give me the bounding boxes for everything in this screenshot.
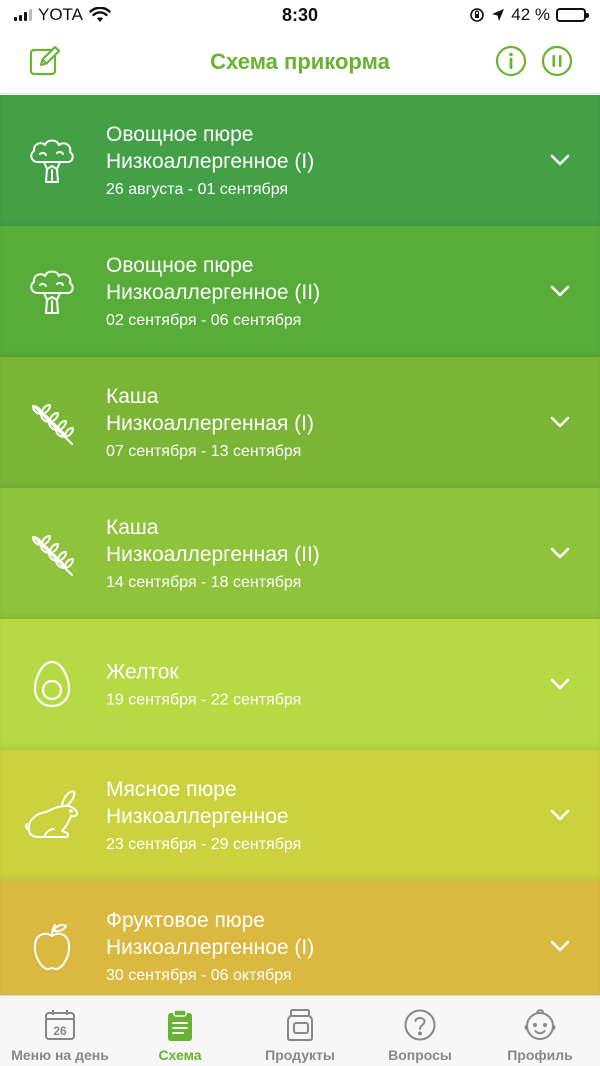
stage-name-line2: Низкоаллергенное [106,805,289,828]
stage-name-line2: Низкоаллергенное (II) [106,281,321,304]
stage-text: Овощное пюре Низкоаллергенное (I) 26 авгус… [106,121,530,199]
stage-name-line1: Каша [106,516,159,539]
tab-label: Вопросы [388,1047,452,1063]
edit-icon [29,45,61,76]
signal-icon [14,9,32,21]
stage-row[interactable]: Каша Низкоаллергенная (I) 07 сентября - 13… [0,357,600,488]
battery-percent: 42 % [511,5,550,24]
apple-icon [22,916,82,976]
stage-dates: 26 августа - 01 сентября [106,181,289,198]
info-icon [495,45,527,77]
stage-name-line1: Фруктовое пюре [106,909,265,932]
orientation-lock-icon [470,8,485,22]
chevron-down-icon[interactable] [548,672,572,696]
broccoli-icon [22,130,82,190]
status-bar: YOTA 8:30 42 % [0,0,600,30]
status-bar-right: 42 % [469,5,589,25]
stage-name-line1: Мясное пюре [106,778,237,801]
svg-text:26: 26 [53,1024,67,1038]
stage-name-line1: Овощное пюре [106,123,254,146]
location-icon [492,9,505,21]
tab-label: Схема [158,1047,202,1063]
stage-row[interactable]: Овощное пюре Низкоаллергенное (II) 02 сент… [0,226,600,357]
tab-jar[interactable]: Продукты [240,996,360,1066]
rabbit-icon [22,785,82,845]
chevron-down-icon[interactable] [548,934,572,958]
stage-row[interactable]: Мясное пюре Низкоаллергенное 23 сентября -… [0,750,600,881]
chevron-down-icon[interactable] [548,279,572,303]
calendar-icon: 26 [42,1007,78,1043]
navigation-header: Схема прикорма [0,30,600,94]
chevron-down-icon[interactable] [548,148,572,172]
stage-text: Овощное пюре Низкоаллергенное (II) 02 сент… [106,252,530,330]
stage-dates: 23 сентября - 29 сентября [106,836,302,853]
stage-text: Фруктовое пюре Низкоаллергенное (I) 30 сен… [106,907,530,985]
stage-row[interactable]: Желток 19 сентября - 22 сентября [0,619,600,750]
chevron-down-icon[interactable] [548,410,572,434]
stage-dates: 07 сентября - 13 сентября [106,443,302,460]
stage-row[interactable]: Фруктовое пюре Низкоаллергенное (I) 30 сен… [0,881,600,995]
jar-icon [282,1007,318,1043]
tab-baby-face[interactable]: Профиль [480,996,600,1066]
stage-dates: 19 сентября - 22 сентября [106,691,302,709]
stage-name-line1: Желток [106,660,179,684]
broccoli-icon [22,261,82,321]
stage-dates: 02 сентября - 06 сентября [106,312,302,329]
tab-label: Меню на день [11,1047,109,1063]
stage-text: Каша Низкоаллергенная (I) 07 сентября - 13… [106,383,530,461]
wifi-icon [89,7,111,22]
egg-icon [22,654,82,714]
tab-label: Продукты [265,1047,335,1063]
tab-clipboard[interactable]: Схема [120,996,240,1066]
chevron-down-icon[interactable] [548,803,572,827]
pause-button[interactable] [540,44,574,78]
stage-row[interactable]: Овощное пюре Низкоаллергенное (I) 26 авгус… [0,95,600,226]
feeding-scheme-list[interactable]: Овощное пюре Низкоаллергенное (I) 26 авгус… [0,95,600,995]
clipboard-icon [162,1007,198,1043]
stage-row[interactable]: Каша Низкоаллергенная (II) 14 сентября - 1… [0,488,600,619]
stage-name-line1: Каша [106,385,159,408]
info-button[interactable] [494,44,528,78]
status-bar-left: YOTA [14,5,111,25]
stage-name-line2: Низкоаллергенное (I) [106,936,315,959]
carrier-label: YOTA [38,5,84,24]
stage-dates: 30 сентября - 06 октября [106,967,292,984]
tab-question[interactable]: Вопросы [360,996,480,1066]
stage-dates: 14 сентября - 18 сентября [106,574,302,591]
wheat-icon [22,523,82,583]
stage-text: Желток 19 сентября - 22 сентября [106,659,530,710]
page-title: Схема прикорма [210,48,390,74]
stage-name-line2: Низкоаллергенное (I) [106,150,315,173]
stage-name-line2: Низкоаллергенная (II) [106,543,320,566]
edit-button[interactable] [28,44,62,78]
stage-name-line2: Низкоаллергенная (I) [106,412,314,435]
battery-icon [556,8,589,22]
tab-label: Профиль [507,1047,573,1063]
baby-face-icon [522,1007,558,1043]
pause-icon [541,45,573,77]
tab-calendar[interactable]: 26 Меню на день [0,996,120,1066]
stage-text: Каша Низкоаллергенная (II) 14 сентября - 1… [106,514,530,592]
question-icon [402,1007,438,1043]
stage-name-line1: Овощное пюре [106,254,254,277]
tab-bar: 26 Меню на день Схема Продукты Вопросы Профил… [0,995,600,1066]
wheat-icon [22,392,82,452]
chevron-down-icon[interactable] [548,541,572,565]
stage-text: Мясное пюре Низкоаллергенное 23 сентября -… [106,776,530,854]
